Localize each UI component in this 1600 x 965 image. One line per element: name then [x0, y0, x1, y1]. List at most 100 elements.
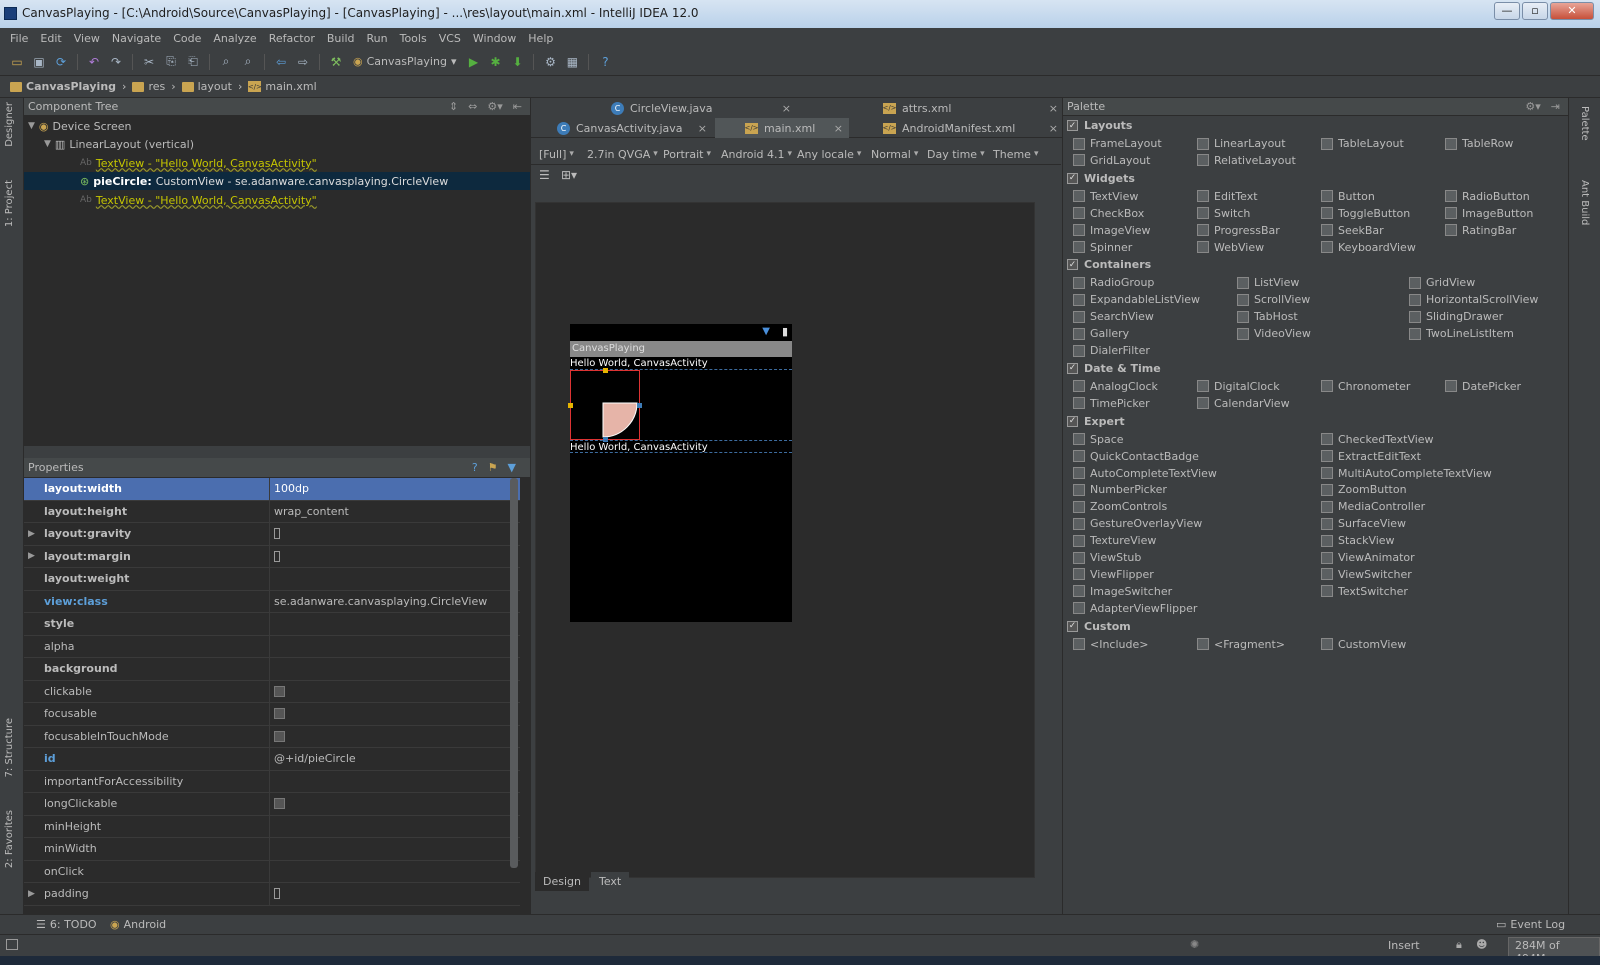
breadcrumb-res[interactable]: res	[132, 80, 165, 93]
property-row-layout-width[interactable]: layout:width 100dp	[24, 478, 520, 501]
menu-vcs[interactable]: VCS	[433, 32, 467, 45]
expand-all-icon[interactable]: ⇕	[449, 100, 458, 113]
palette-item-spinner[interactable]: Spinner	[1073, 239, 1132, 256]
property-row-layout-weight[interactable]: layout:weight	[24, 568, 520, 591]
palette-item-checkedtextview[interactable]: CheckedTextView	[1321, 431, 1434, 448]
palette-item-relativelayout[interactable]: RelativeLayout	[1197, 152, 1296, 169]
paste-icon[interactable]: ⎗	[184, 53, 202, 71]
tab-canvasactivity-java[interactable]: C CanvasActivity.java ×	[557, 118, 707, 138]
palette-item-zoomcontrols[interactable]: ZoomControls	[1073, 498, 1167, 515]
palette-category-layouts[interactable]: ✓ Layouts	[1067, 117, 1132, 134]
design-canvas[interactable]: ▼ ▮ CanvasPlaying Hello World, CanvasAct…	[535, 202, 1035, 878]
property-row-layout-margin[interactable]: ▶ layout:margin	[24, 545, 520, 568]
palette-item-dialerfilter[interactable]: DialerFilter	[1073, 342, 1150, 359]
property-row-on-click[interactable]: onClick	[24, 860, 520, 883]
palette-item-stackview[interactable]: StackView	[1321, 532, 1395, 549]
favorites-tool-tab[interactable]: 2: Favorites	[4, 810, 15, 868]
device-preview[interactable]: ▼ ▮ CanvasPlaying Hello World, CanvasAct…	[568, 324, 792, 622]
lock-icon[interactable]: 🔒︎	[1456, 938, 1462, 952]
hide-panel-icon[interactable]: ⇥	[1551, 100, 1560, 113]
tab-circleview-java[interactable]: C CircleView.java ×	[611, 98, 791, 118]
open-folder-icon[interactable]: ▭	[8, 53, 26, 71]
render-mode-dropdown[interactable]: [Full]	[539, 145, 574, 163]
menu-help[interactable]: Help	[522, 32, 559, 45]
palette-item-switch[interactable]: Switch	[1197, 205, 1250, 222]
ant-build-tool-tab[interactable]: Ant Build	[1579, 180, 1590, 225]
palette-item-digitalclock[interactable]: DigitalClock	[1197, 378, 1280, 395]
todo-tool-tab[interactable]: ☰ 6: TODO	[36, 918, 97, 931]
night-mode-dropdown[interactable]: Day time	[927, 145, 985, 163]
tab-main-xml[interactable]: </> main.xml ×	[715, 118, 849, 138]
tab-attrs-xml[interactable]: </> attrs.xml ×	[882, 98, 1058, 118]
find-icon[interactable]: ⌕	[217, 53, 235, 71]
property-row-style[interactable]: style	[24, 613, 520, 636]
palette-item-calendarview[interactable]: CalendarView	[1197, 395, 1290, 412]
menu-navigate[interactable]: Navigate	[106, 32, 167, 45]
event-log-tool-tab[interactable]: ▭ Event Log	[1496, 918, 1565, 931]
zoom-options-icon[interactable]: ⊞▾	[561, 168, 577, 182]
forward-icon[interactable]: ⇨	[294, 53, 312, 71]
help-icon[interactable]: ?	[472, 461, 478, 474]
resize-handle[interactable]	[603, 368, 608, 373]
palette-item-datepicker[interactable]: DatePicker	[1445, 378, 1521, 395]
maximize-button[interactable]: ▫	[1522, 2, 1548, 20]
menu-edit[interactable]: Edit	[34, 32, 67, 45]
palette-item-horizontalscrollview[interactable]: HorizontalScrollView	[1409, 291, 1538, 308]
palette-item-searchview[interactable]: SearchView	[1073, 308, 1154, 325]
text-tab[interactable]: Text	[590, 872, 630, 891]
flag-editor-icon[interactable]	[274, 888, 280, 900]
property-row-clickable[interactable]: clickable	[24, 680, 520, 703]
flag-editor-icon[interactable]	[274, 550, 280, 562]
palette-item-viewswitcher[interactable]: ViewSwitcher	[1321, 566, 1412, 583]
palette-item-expandablelistview[interactable]: ExpandableListView	[1073, 291, 1200, 308]
close-tab-icon[interactable]: ×	[698, 122, 707, 135]
breadcrumb-layout[interactable]: layout	[181, 80, 232, 93]
preview-textview-2[interactable]: Hello World, CanvasActivity	[570, 440, 792, 453]
palette-item-mediacontroller[interactable]: MediaController	[1321, 498, 1425, 515]
palette-item-radiobutton[interactable]: RadioButton	[1445, 188, 1530, 205]
property-row-id[interactable]: id @+id/pieCircle	[24, 748, 520, 771]
menu-analyze[interactable]: Analyze	[207, 32, 262, 45]
toggle-tool-windows-icon[interactable]	[6, 939, 18, 950]
palette-item-multiautocompletetextview[interactable]: MultiAutoCompleteTextView	[1321, 465, 1492, 482]
clickable-checkbox[interactable]	[274, 685, 285, 697]
palette-category-custom[interactable]: ✓ Custom	[1067, 618, 1131, 635]
replace-icon[interactable]: ⌕	[239, 53, 257, 71]
palette-item-imageswitcher[interactable]: ImageSwitcher	[1073, 583, 1172, 600]
insert-mode-indicator[interactable]: Insert	[1388, 939, 1420, 952]
property-row-layout-height[interactable]: layout:height wrap_content	[24, 500, 520, 523]
device-dropdown[interactable]: 2.7in QVGA	[587, 145, 658, 163]
palette-item-zoombutton[interactable]: ZoomButton	[1321, 481, 1407, 498]
palette-item-gallery[interactable]: Gallery	[1073, 325, 1129, 342]
properties-scrollbar[interactable]	[510, 478, 518, 868]
menu-code[interactable]: Code	[167, 32, 207, 45]
menu-window[interactable]: Window	[467, 32, 522, 45]
property-row-alpha[interactable]: alpha	[24, 635, 520, 658]
property-row-focusable[interactable]: focusable	[24, 703, 520, 726]
palette-item-tabhost[interactable]: TabHost	[1237, 308, 1298, 325]
palette-item-customview[interactable]: CustomView	[1321, 636, 1406, 653]
breadcrumb-main-xml[interactable]: </> main.xml	[248, 80, 317, 93]
ui-mode-dropdown[interactable]: Normal	[871, 145, 918, 163]
expand-arrow-icon[interactable]: ▶	[28, 529, 35, 539]
menu-refactor[interactable]: Refactor	[263, 32, 321, 45]
palette-item-textureview[interactable]: TextureView	[1073, 532, 1156, 549]
minimize-button[interactable]: —	[1494, 2, 1520, 20]
palette-item-adapterviewflipper[interactable]: AdapterViewFlipper	[1073, 600, 1197, 617]
sync-icon[interactable]: ⟳	[52, 53, 70, 71]
palette-item-edittext[interactable]: EditText	[1197, 188, 1258, 205]
palette-item-seekbar[interactable]: SeekBar	[1321, 222, 1384, 239]
palette-tool-tab[interactable]: Palette	[1579, 106, 1590, 141]
resize-handle[interactable]	[637, 403, 642, 408]
palette-item-analogclock[interactable]: AnalogClock	[1073, 378, 1158, 395]
palette-item-include[interactable]: <Include>	[1073, 636, 1148, 653]
cut-icon[interactable]: ✂	[140, 53, 158, 71]
palette-item-autocompletetextview[interactable]: AutoCompleteTextView	[1073, 465, 1217, 482]
designer-tool-tab[interactable]: Designer	[4, 102, 15, 147]
long-clickable-checkbox[interactable]	[274, 798, 285, 810]
locale-dropdown[interactable]: Any locale	[797, 145, 861, 163]
property-row-long-clickable[interactable]: longClickable	[24, 793, 520, 816]
palette-item-togglebutton[interactable]: ToggleButton	[1321, 205, 1410, 222]
palette-item-framelayout[interactable]: FrameLayout	[1073, 135, 1162, 152]
palette-item-tablerow[interactable]: TableRow	[1445, 135, 1513, 152]
